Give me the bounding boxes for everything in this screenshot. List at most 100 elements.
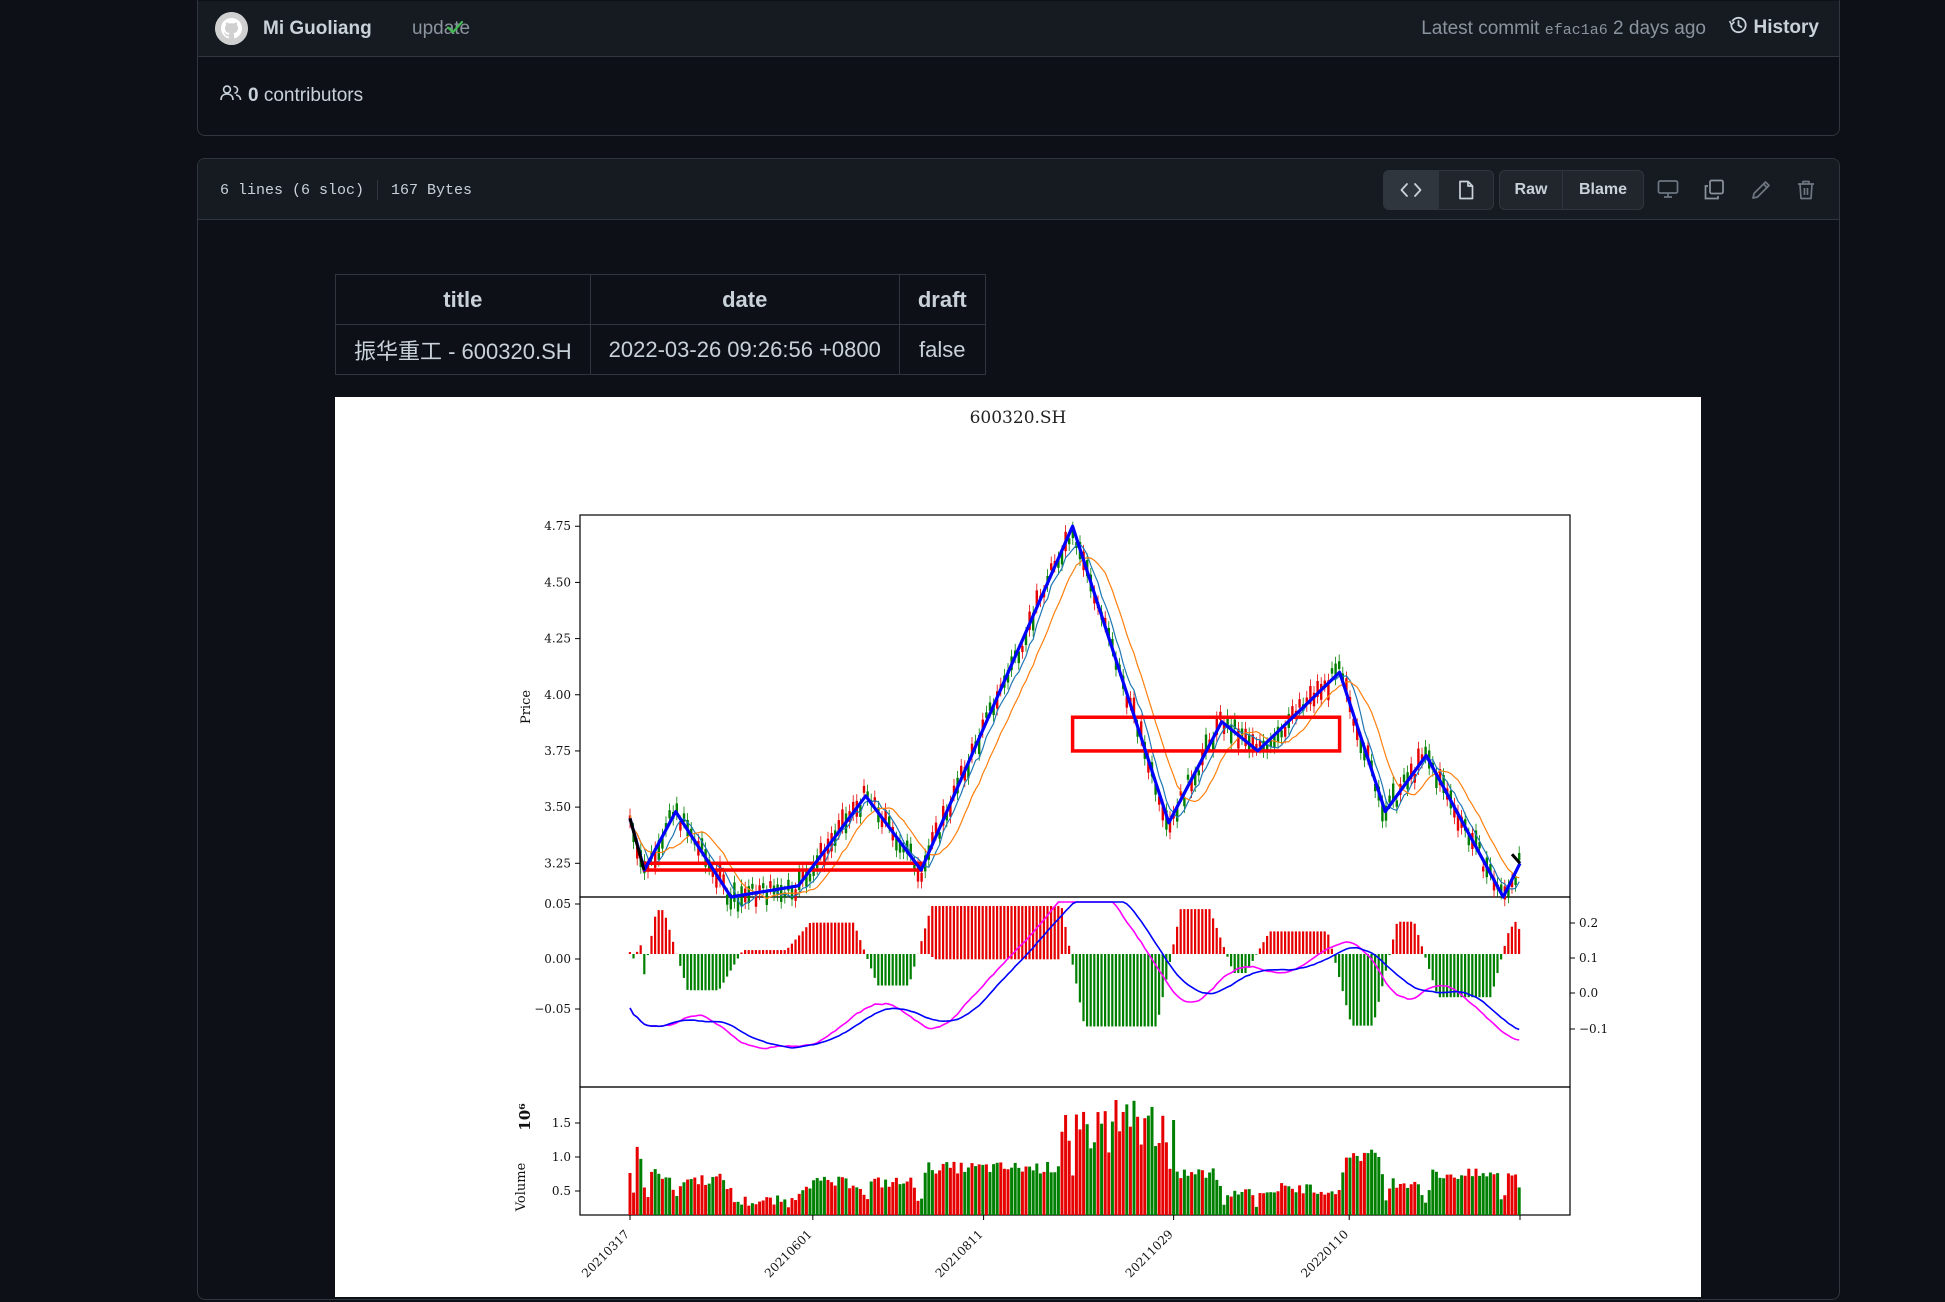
macd-histogram-bar bbox=[802, 931, 804, 954]
macd-histogram-bar bbox=[964, 906, 966, 959]
volume-bar bbox=[1395, 1188, 1398, 1215]
central-zone-box bbox=[644, 863, 921, 870]
volume-bar bbox=[1115, 1100, 1118, 1215]
commit-sha-link[interactable]: efac1a6 bbox=[1545, 22, 1608, 39]
macd-histogram-bar bbox=[1356, 954, 1358, 1026]
volume-bar bbox=[751, 1203, 754, 1215]
volume-bar bbox=[1158, 1143, 1161, 1215]
price-ytick-label: 3.75 bbox=[544, 744, 571, 758]
macd-histogram-bar bbox=[942, 906, 944, 959]
macd-histogram-bar bbox=[737, 954, 739, 958]
volume-bar bbox=[1471, 1176, 1474, 1215]
code-icon bbox=[1400, 181, 1422, 199]
macd-histogram-bar bbox=[1514, 922, 1516, 954]
volume-bar bbox=[1287, 1186, 1290, 1215]
macd-histogram-bar bbox=[1226, 954, 1228, 957]
macd-histogram-bar bbox=[1090, 954, 1092, 1026]
volume-bar bbox=[931, 1170, 934, 1215]
macd-histogram-bar bbox=[848, 923, 850, 954]
frontmatter-header: draft bbox=[899, 275, 985, 325]
zigzag-line bbox=[630, 526, 1520, 897]
volume-bar bbox=[1079, 1129, 1082, 1215]
volume-bar bbox=[1251, 1195, 1254, 1215]
commit-author-link[interactable]: Mi Guoliang bbox=[263, 18, 372, 40]
pencil-icon[interactable] bbox=[1750, 179, 1772, 206]
volume-bar bbox=[762, 1200, 765, 1215]
macd-histogram-bar bbox=[1172, 944, 1174, 954]
macd-histogram-bar bbox=[1180, 909, 1182, 954]
macd-histogram-bar bbox=[632, 954, 634, 958]
macd-histogram-bar bbox=[1500, 954, 1502, 959]
volume-bar bbox=[1122, 1112, 1125, 1215]
macd-histogram-bar bbox=[1075, 954, 1077, 984]
macd-histogram-bar bbox=[971, 906, 973, 959]
volume-bar bbox=[1406, 1188, 1409, 1215]
volume-bar bbox=[729, 1188, 732, 1215]
macd-histogram-bar bbox=[629, 952, 631, 954]
macd-histogram-bar bbox=[1432, 954, 1434, 980]
file-lines: 6 lines (6 sloc) bbox=[220, 182, 364, 199]
history-button[interactable]: History bbox=[1728, 15, 1819, 41]
volume-bar bbox=[647, 1197, 650, 1215]
volume-bar bbox=[1413, 1182, 1416, 1215]
volume-bar bbox=[1511, 1175, 1514, 1215]
copy-icon[interactable] bbox=[1703, 179, 1725, 206]
desktop-icon[interactable] bbox=[1657, 179, 1679, 204]
volume-bar bbox=[884, 1180, 887, 1215]
macd-histogram-bar bbox=[794, 940, 796, 954]
display-source-button[interactable] bbox=[1384, 171, 1438, 209]
volume-bar bbox=[812, 1180, 815, 1215]
volume-bar bbox=[1266, 1192, 1269, 1215]
volume-bar bbox=[769, 1198, 772, 1215]
macd-histogram-bar bbox=[1381, 954, 1383, 986]
blame-button[interactable]: Blame bbox=[1562, 171, 1643, 209]
volume-bar bbox=[1453, 1178, 1456, 1215]
macd-histogram-bar bbox=[1313, 931, 1315, 954]
xtick-label: 20210811 bbox=[933, 1227, 986, 1280]
volume-bar bbox=[1007, 1169, 1010, 1215]
volume-bar bbox=[1129, 1127, 1132, 1215]
macd-histogram-bar bbox=[1241, 954, 1243, 973]
macd-histogram-bar bbox=[920, 941, 922, 954]
macd-histogram-bar bbox=[967, 906, 969, 959]
volume-ytick-label: 1.5 bbox=[552, 1116, 571, 1130]
macd-histogram-bar bbox=[1003, 906, 1005, 959]
price-ytick-label: 3.50 bbox=[544, 800, 571, 814]
volume-bar bbox=[737, 1202, 740, 1215]
volume-bar bbox=[1421, 1195, 1424, 1215]
volume-bar bbox=[1223, 1205, 1226, 1215]
volume-bar bbox=[726, 1189, 729, 1215]
volume-bar bbox=[1410, 1184, 1413, 1215]
xtick-label: 20220110 bbox=[1298, 1227, 1351, 1280]
macd-histogram-bar bbox=[809, 923, 811, 954]
macd-histogram-bar bbox=[744, 950, 746, 954]
volume-bar bbox=[960, 1163, 963, 1215]
contributors-row[interactable]: 0 contributors bbox=[198, 57, 1839, 134]
macd-histogram-bar bbox=[1212, 918, 1214, 954]
trash-icon[interactable] bbox=[1796, 179, 1816, 206]
volume-bar bbox=[1493, 1174, 1496, 1215]
volume-bar bbox=[1100, 1124, 1103, 1215]
candle-body bbox=[1403, 775, 1405, 782]
macd-histogram-bar bbox=[1219, 938, 1221, 954]
github-avatar-icon[interactable] bbox=[215, 12, 248, 45]
macd-histogram-bar bbox=[1018, 906, 1020, 959]
volume-bar bbox=[819, 1181, 822, 1215]
macd-histogram-bar bbox=[899, 954, 901, 985]
volume-bar bbox=[1518, 1187, 1521, 1215]
macd-histogram-bar bbox=[1388, 954, 1390, 955]
macd-histogram-bar bbox=[1248, 954, 1250, 967]
check-icon[interactable] bbox=[445, 17, 465, 42]
macd-histogram-bar bbox=[1039, 906, 1041, 959]
macd-histogram-bar bbox=[1086, 954, 1088, 1026]
macd-dif-line bbox=[630, 902, 1519, 1049]
macd-histogram-bar bbox=[1252, 954, 1254, 961]
display-rendered-button[interactable] bbox=[1438, 171, 1493, 209]
macd-histogram-bar bbox=[733, 954, 735, 965]
volume-bar bbox=[1323, 1195, 1326, 1215]
xtick-label: 20210601 bbox=[762, 1227, 815, 1280]
raw-button[interactable]: Raw bbox=[1500, 171, 1562, 209]
macd-histogram-bar bbox=[1097, 954, 1099, 1026]
chart-title: 600320.SH bbox=[970, 408, 1067, 428]
volume-bar bbox=[1241, 1192, 1244, 1215]
